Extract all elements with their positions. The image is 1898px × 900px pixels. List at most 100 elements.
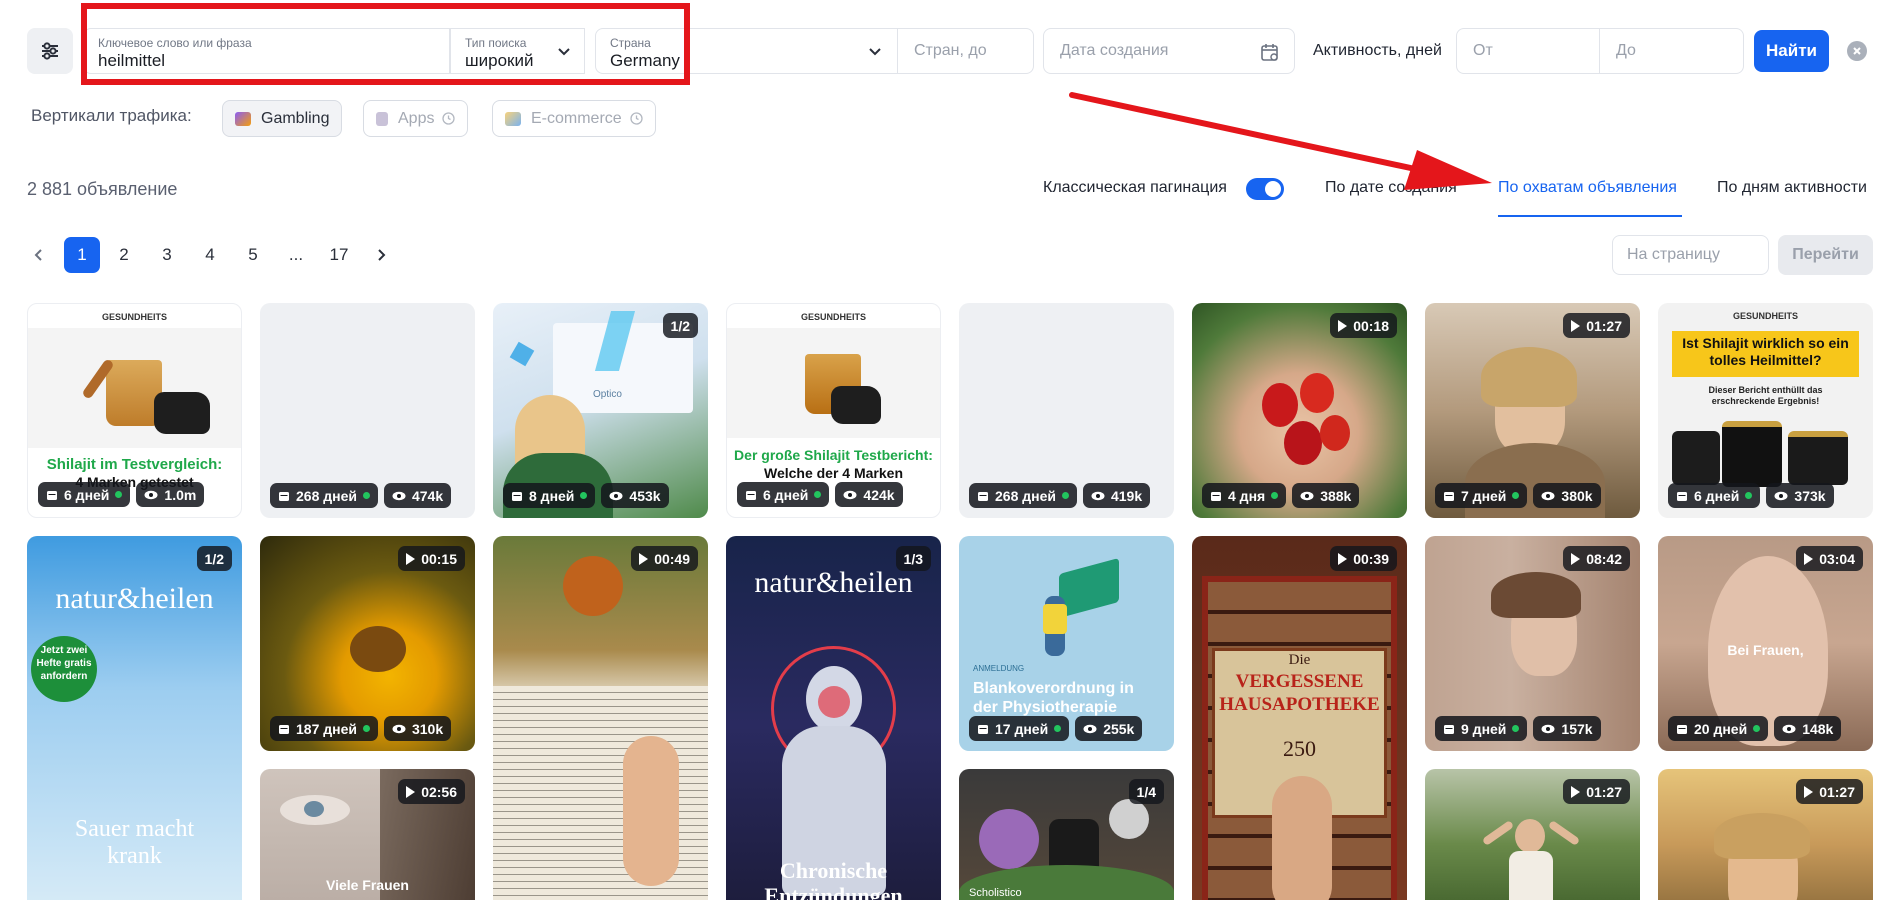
play-icon — [1804, 785, 1814, 798]
countries-to-placeholder: Стран, до — [914, 42, 987, 59]
ad-card[interactable]: 00:18 4 дня 388k — [1192, 303, 1407, 518]
slot-machine-icon — [235, 111, 251, 126]
ad-card[interactable]: GESUNDHEITS Shilajit im Testvergleich: 4… — [27, 303, 242, 518]
ad-card[interactable]: 00:49 — [493, 536, 708, 900]
keyword-input[interactable]: Ключевое слово или фраза heilmittel — [83, 28, 450, 74]
active-days-pill: 9 дней — [1435, 716, 1528, 741]
play-icon — [1571, 319, 1581, 332]
eye-icon — [144, 490, 158, 499]
ad-card[interactable]: 01:27 7 дней 380k — [1425, 303, 1640, 518]
ad-card[interactable]: Viele Frauen 02:56 — [260, 769, 475, 900]
views-count: 424k — [863, 486, 895, 503]
play-icon — [1338, 319, 1348, 332]
page-button-2[interactable]: 2 — [106, 237, 142, 273]
page-button-5[interactable]: 5 — [235, 237, 271, 273]
page-button-3[interactable]: 3 — [149, 237, 185, 273]
video-duration: 02:56 — [421, 783, 457, 800]
video-duration-badge: 03:04 — [1796, 546, 1863, 571]
vertical-chip-apps[interactable]: Apps — [363, 100, 469, 137]
date-created-input[interactable]: Дата создания — [1043, 28, 1295, 74]
phone-icon — [376, 111, 388, 126]
video-duration-badge: 02:56 — [398, 779, 465, 804]
active-days-pill: 268 дней — [270, 483, 378, 508]
active-status-dot — [362, 492, 370, 499]
video-duration: 01:27 — [1586, 783, 1622, 800]
find-button[interactable]: Найти — [1754, 30, 1829, 72]
active-sort-underline — [1498, 215, 1682, 217]
views-pill: 310k — [383, 716, 452, 741]
ad-card[interactable]: 268 дней 474k — [260, 303, 475, 518]
creative-caption: Bei Frauen, — [1727, 642, 1804, 658]
sort-by-reach[interactable]: По охватам объявления — [1498, 179, 1677, 197]
calendar-icon[interactable] — [1260, 42, 1280, 62]
ad-card[interactable]: natur&heilen Chronische Entzündungen 1/3 — [726, 536, 941, 900]
clear-filters-button[interactable] — [1847, 41, 1867, 61]
active-status-dot — [814, 491, 822, 498]
search-type-label: Тип поиска — [465, 36, 527, 50]
calendar-icon — [512, 491, 522, 501]
page-button-17[interactable]: 17 — [321, 237, 357, 273]
brand-logo: GESUNDHEITS — [101, 312, 167, 322]
carousel-badge: 1/4 — [1128, 779, 1164, 804]
ad-card[interactable]: Bei Frauen, 03:04 20 дней 148k — [1658, 536, 1873, 751]
vertical-chip-ecommerce[interactable]: E-commerce — [492, 100, 656, 137]
views-pill: 373k — [1766, 483, 1834, 508]
play-icon — [406, 785, 416, 798]
play-icon — [1571, 552, 1581, 565]
active-days-pill: 7 дней — [1435, 483, 1528, 508]
eye-icon — [392, 491, 406, 500]
ad-card[interactable]: natur&heilen Jetzt zwei Hefte gratis anf… — [27, 536, 242, 900]
calendar-icon — [1211, 491, 1221, 501]
active-status-dot — [1054, 725, 1062, 732]
sliders-icon — [42, 42, 58, 60]
video-duration: 00:15 — [421, 550, 457, 567]
country-select[interactable]: Страна Germany — [595, 28, 898, 74]
ad-card[interactable]: Die VERGESSENE HAUSAPOTHEKE 250 00:39 — [1192, 536, 1407, 900]
views-pill: 424k — [835, 482, 903, 507]
activity-from-input[interactable]: От — [1456, 28, 1600, 74]
video-duration: 01:27 — [1586, 317, 1622, 334]
vertical-chip-label: Gambling — [261, 109, 330, 127]
active-days-pill: 17 дней — [969, 716, 1070, 741]
filters-toggle-button[interactable] — [27, 28, 73, 74]
next-page-button[interactable] — [363, 237, 399, 273]
ad-card[interactable]: 01:27 — [1658, 769, 1873, 900]
ad-card[interactable]: GESUNDHEITS Der große Shilajit Testberic… — [726, 303, 941, 518]
ad-card[interactable]: 00:15 187 дней 310k — [260, 536, 475, 751]
sort-by-date[interactable]: По дате создания — [1325, 179, 1457, 197]
vertical-chip-gambling[interactable]: Gambling — [222, 100, 343, 137]
countries-to-input[interactable]: Стран, до — [898, 28, 1034, 74]
to-page-input[interactable]: На страницу — [1612, 235, 1769, 275]
views-count: 1.0m — [164, 486, 197, 503]
video-duration-badge: 00:39 — [1330, 546, 1397, 571]
prev-page-button[interactable] — [21, 237, 57, 273]
eye-icon — [1300, 491, 1314, 500]
ad-card[interactable]: ANMELDUNG Blankoverordnung in der Physio… — [959, 536, 1174, 751]
ad-card[interactable]: 268 дней 419k — [959, 303, 1174, 518]
ad-card[interactable]: GESUNDHEITS Ist Shilajit wirklich so ein… — [1658, 303, 1873, 518]
ad-stats: 6 дней 373k — [1668, 483, 1834, 508]
ad-card[interactable]: 01:27 — [1425, 769, 1640, 900]
ad-card[interactable]: 08:42 9 дней 157k — [1425, 536, 1640, 751]
classic-pagination-toggle[interactable] — [1246, 178, 1284, 200]
page-button-4[interactable]: 4 — [192, 237, 228, 273]
activity-to-input[interactable]: До — [1600, 28, 1744, 74]
ad-creative-image — [493, 536, 708, 900]
active-days-pill: 6 дней — [737, 482, 830, 507]
ad-card[interactable]: Scholistico 1/4 — [959, 769, 1174, 900]
video-duration-badge: 01:27 — [1563, 313, 1630, 338]
sort-by-activity-days[interactable]: По дням активности — [1717, 179, 1867, 197]
views-pill: 419k — [1082, 483, 1151, 508]
go-to-page-button[interactable]: Перейти — [1778, 235, 1873, 275]
ad-card[interactable]: Optico 1/2 8 дней 453k — [493, 303, 708, 518]
calendar-icon — [279, 491, 289, 501]
carousel-badge: 1/2 — [196, 546, 232, 571]
creative-headline: Blankoverordnung in der Physiotherapie — [973, 680, 1134, 716]
views-pill: 474k — [383, 483, 452, 508]
page-button-1[interactable]: 1 — [64, 237, 100, 273]
calendar-icon — [746, 490, 756, 500]
active-days: 7 дней — [1461, 487, 1507, 504]
creative-caption: Scholistico — [969, 887, 1022, 899]
search-type-select[interactable]: Тип поиска широкий — [450, 28, 585, 74]
creative-headline: Ist Shilajit wirklich so ein tolles Heil… — [1682, 335, 1849, 368]
